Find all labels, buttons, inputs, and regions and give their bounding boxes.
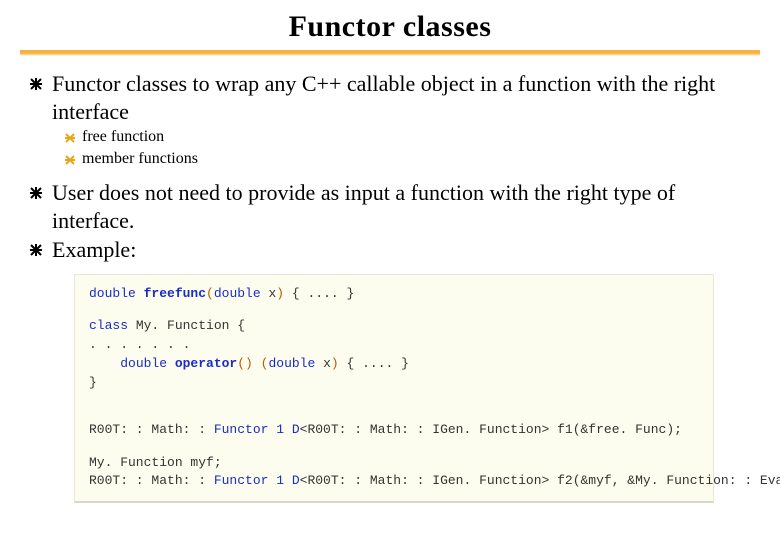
bullet-2: User does not need to provide as input a… [28,179,760,234]
code-line: double operator() (double x) { .... } [89,355,701,374]
sub-bullet: member functions [64,149,760,171]
code-blank [89,393,701,407]
code-blank [89,303,701,317]
sub-bullet-text: free function [82,127,164,148]
bullet-1: Functor classes to wrap any C++ callable… [28,70,760,125]
code-type: Functor 1 D [214,422,300,437]
code-keyword: double [120,356,175,371]
code-punct: ) [331,356,339,371]
code-text: R00T: : Math: : [89,473,214,488]
code-punct: ) [276,286,284,301]
bullet-1-sub: free function member functions [28,127,760,171]
code-line: double freefunc(double x) { .... } [89,285,701,304]
bullet-icon [28,185,44,206]
bullet-1-text: Functor classes to wrap any C++ callable… [52,70,760,125]
code-blank [89,407,701,421]
code-type: Functor 1 D [214,473,300,488]
code-text: f1(&free. Func); [549,422,682,437]
sub-bullet-icon [64,153,76,171]
code-block: double freefunc(double x) { .... } class… [74,274,714,504]
sub-bullet-text: member functions [82,149,198,170]
slide: Functor classes Functor classes to wrap … [0,0,780,540]
code-keyword: double [268,356,323,371]
sub-bullet: free function [64,127,760,149]
bullet-3: Example: [28,236,760,264]
code-text: . . . . . . . [89,337,190,352]
code-line: R00T: : Math: : Functor 1 D<R00T: : Math… [89,421,701,440]
code-line: R00T: : Math: : Functor 1 D<R00T: : Math… [89,472,701,491]
code-text: { .... } [284,286,354,301]
code-punct: () [237,356,253,371]
code-blank [89,440,701,454]
bullet-list: Functor classes to wrap any C++ callable… [20,70,760,264]
code-keyword: double [89,286,144,301]
code-text: <R00T: : Math: : IGen. Function> [300,473,550,488]
code-text: R00T: : Math: : [89,422,214,437]
code-pad [89,356,120,371]
title-underline [20,50,760,56]
code-text: <R00T: : Math: : IGen. Function> [300,422,550,437]
code-text: My. Function { [136,318,245,333]
code-func-name: freefunc [144,286,206,301]
code-keyword: double [214,286,269,301]
bullet-icon [28,242,44,263]
bullet-icon [28,76,44,97]
code-ident: x [323,356,331,371]
code-text: } [89,375,97,390]
code-keyword: class [89,318,136,333]
code-punct: ( [206,286,214,301]
sub-bullet-icon [64,131,76,149]
code-func-name: operator [175,356,237,371]
code-line: } [89,374,701,393]
code-line: class My. Function { [89,317,701,336]
code-line: My. Function myf; [89,454,701,473]
slide-title: Functor classes [20,10,760,44]
bullet-3-text: Example: [52,236,136,264]
code-text [253,356,261,371]
code-text: { .... } [339,356,409,371]
code-line: . . . . . . . [89,336,701,355]
code-text: f2(&myf, &My. Function: : Eval); [549,473,780,488]
bullet-2-text: User does not need to provide as input a… [52,179,760,234]
code-text: My. Function myf; [89,455,222,470]
